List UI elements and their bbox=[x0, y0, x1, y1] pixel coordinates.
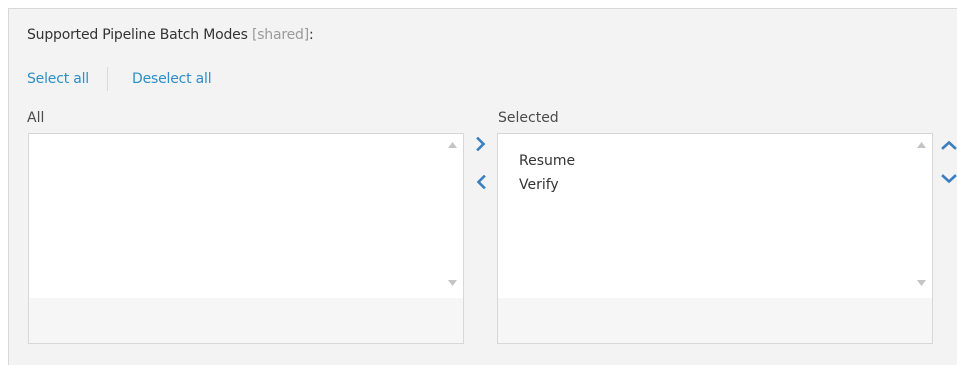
selection-actions: Select all Deselect all bbox=[27, 66, 212, 92]
shared-tag: [shared] bbox=[251, 27, 309, 43]
select-all-link[interactable]: Select all bbox=[27, 71, 89, 87]
links-divider bbox=[107, 67, 108, 91]
all-scroll-up-icon[interactable] bbox=[447, 140, 457, 150]
selected-list-label: Selected bbox=[498, 110, 559, 126]
list-item-resume[interactable]: Resume bbox=[519, 149, 575, 173]
selected-items: Resume Verify bbox=[519, 149, 575, 197]
all-list-label: All bbox=[27, 110, 45, 126]
all-list-area[interactable] bbox=[29, 134, 463, 298]
list-item-verify[interactable]: Verify bbox=[519, 173, 575, 197]
deselect-all-link[interactable]: Deselect all bbox=[132, 71, 212, 87]
selected-listbox[interactable]: Resume Verify bbox=[497, 133, 933, 344]
chevron-up-icon[interactable] bbox=[941, 137, 957, 153]
field-title: Supported Pipeline Batch Modes [shared]: bbox=[27, 27, 314, 43]
all-listbox[interactable] bbox=[28, 133, 464, 344]
selected-list-area[interactable]: Resume Verify bbox=[498, 134, 932, 298]
field-title-text: Supported Pipeline Batch Modes bbox=[27, 27, 248, 43]
selected-scroll-down-icon[interactable] bbox=[916, 278, 926, 288]
all-scroll-down-icon[interactable] bbox=[447, 278, 457, 288]
selected-scroll-up-icon[interactable] bbox=[916, 140, 926, 150]
title-colon: : bbox=[308, 27, 314, 43]
chevron-left-icon[interactable] bbox=[473, 174, 489, 190]
chevron-down-icon[interactable] bbox=[941, 171, 957, 187]
chevron-right-icon[interactable] bbox=[473, 136, 489, 152]
